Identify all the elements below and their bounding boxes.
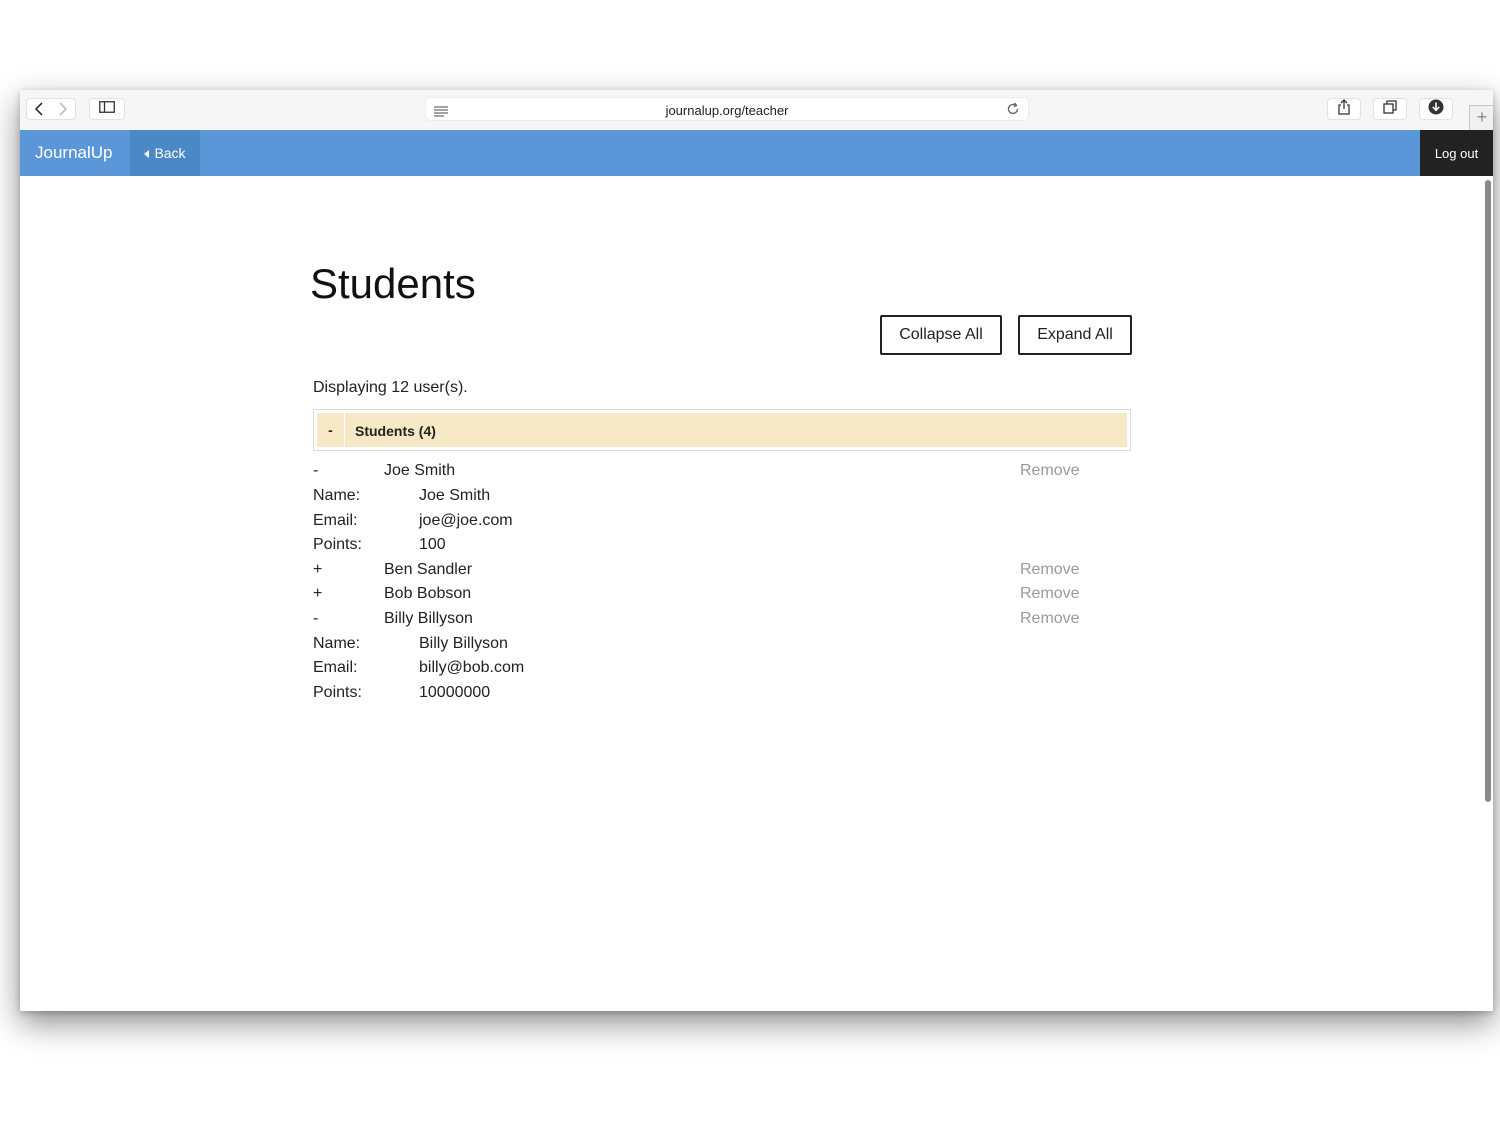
detail-value: Billy Billyson: [419, 635, 508, 652]
page-title: Students: [310, 260, 476, 307]
detail-value: billy@bob.com: [419, 659, 525, 676]
sidebar-icon: [99, 100, 115, 118]
remove-student-link[interactable]: Remove: [1020, 561, 1080, 579]
detail-value: joe@joe.com: [419, 512, 513, 529]
detail-value: 10000000: [419, 684, 491, 701]
back-label: Back: [154, 145, 186, 161]
user-count-text: Displaying 12 user(s).: [313, 379, 468, 396]
students-group-header[interactable]: - Students (4): [313, 409, 1131, 451]
share-button[interactable]: [1327, 98, 1361, 120]
group-collapse-toggle[interactable]: -: [317, 413, 345, 447]
student-expand-toggle[interactable]: -: [313, 610, 333, 628]
detail-label: Points:: [313, 684, 362, 701]
student-row: - Billy Billyson Remove: [313, 610, 1093, 634]
detail-label: Points:: [313, 536, 362, 553]
remove-student-link[interactable]: Remove: [1020, 610, 1080, 628]
detail-value: Joe Smith: [419, 487, 491, 504]
student-expand-toggle[interactable]: -: [313, 462, 333, 480]
brand-logo[interactable]: JournalUp: [35, 143, 113, 163]
sidebar-toggle-button[interactable]: [89, 98, 125, 120]
browser-toolbar: journalup.org/teacher +: [20, 90, 1493, 131]
detail-label: Email:: [313, 512, 358, 529]
expand-all-button[interactable]: Expand All: [1018, 315, 1132, 355]
collapse-all-button[interactable]: Collapse All: [880, 315, 1002, 355]
detail-label: Name:: [313, 635, 361, 652]
student-detail-points: Points: 10000000: [313, 684, 1093, 708]
student-name[interactable]: Ben Sandler: [384, 561, 472, 579]
tabs-icon: [1383, 99, 1397, 119]
downloads-button[interactable]: [1419, 98, 1453, 120]
student-name[interactable]: Joe Smith: [384, 462, 455, 480]
student-row: + Ben Sandler Remove: [313, 561, 1093, 585]
back-arrow-icon[interactable]: [27, 99, 51, 119]
detail-value: 100: [419, 536, 446, 553]
student-name[interactable]: Billy Billyson: [384, 610, 473, 628]
detail-label: Email:: [313, 659, 358, 676]
student-detail-email: Email: billy@bob.com: [313, 659, 1093, 683]
app-navbar: JournalUp Back Log out: [20, 130, 1493, 176]
back-button[interactable]: Back: [130, 130, 200, 176]
student-expand-toggle[interactable]: +: [313, 585, 333, 603]
forward-arrow-icon[interactable]: [51, 99, 75, 119]
group-label: Students (4): [355, 423, 436, 439]
remove-student-link[interactable]: Remove: [1020, 585, 1080, 603]
student-detail-name: Name: Billy Billyson: [313, 635, 1093, 659]
group-header-fill: - Students (4): [317, 413, 1127, 447]
caret-left-icon: [144, 145, 150, 161]
browser-window: journalup.org/teacher + JournalUp Back L…: [20, 90, 1493, 1011]
student-expand-toggle[interactable]: +: [313, 561, 333, 579]
scrollbar-thumb[interactable]: [1485, 180, 1491, 802]
student-detail-points: Points: 100: [313, 536, 1093, 560]
tabs-overview-button[interactable]: [1373, 98, 1407, 120]
new-tab-button[interactable]: +: [1469, 105, 1493, 130]
student-row: - Joe Smith Remove: [313, 462, 1093, 486]
student-detail-email: Email: joe@joe.com: [313, 512, 1093, 536]
share-icon: [1337, 98, 1351, 120]
detail-label: Name:: [313, 487, 361, 504]
url-text: journalup.org/teacher: [665, 103, 789, 118]
student-detail-name: Name: Joe Smith: [313, 487, 1093, 511]
remove-student-link[interactable]: Remove: [1020, 462, 1080, 480]
address-bar[interactable]: journalup.org/teacher: [425, 97, 1029, 121]
student-name[interactable]: Bob Bobson: [384, 585, 471, 603]
student-row: + Bob Bobson Remove: [313, 585, 1093, 609]
reload-icon[interactable]: [1006, 102, 1020, 116]
logout-button[interactable]: Log out: [1420, 130, 1493, 176]
download-icon: [1428, 99, 1444, 120]
history-nav-group: [26, 98, 76, 120]
